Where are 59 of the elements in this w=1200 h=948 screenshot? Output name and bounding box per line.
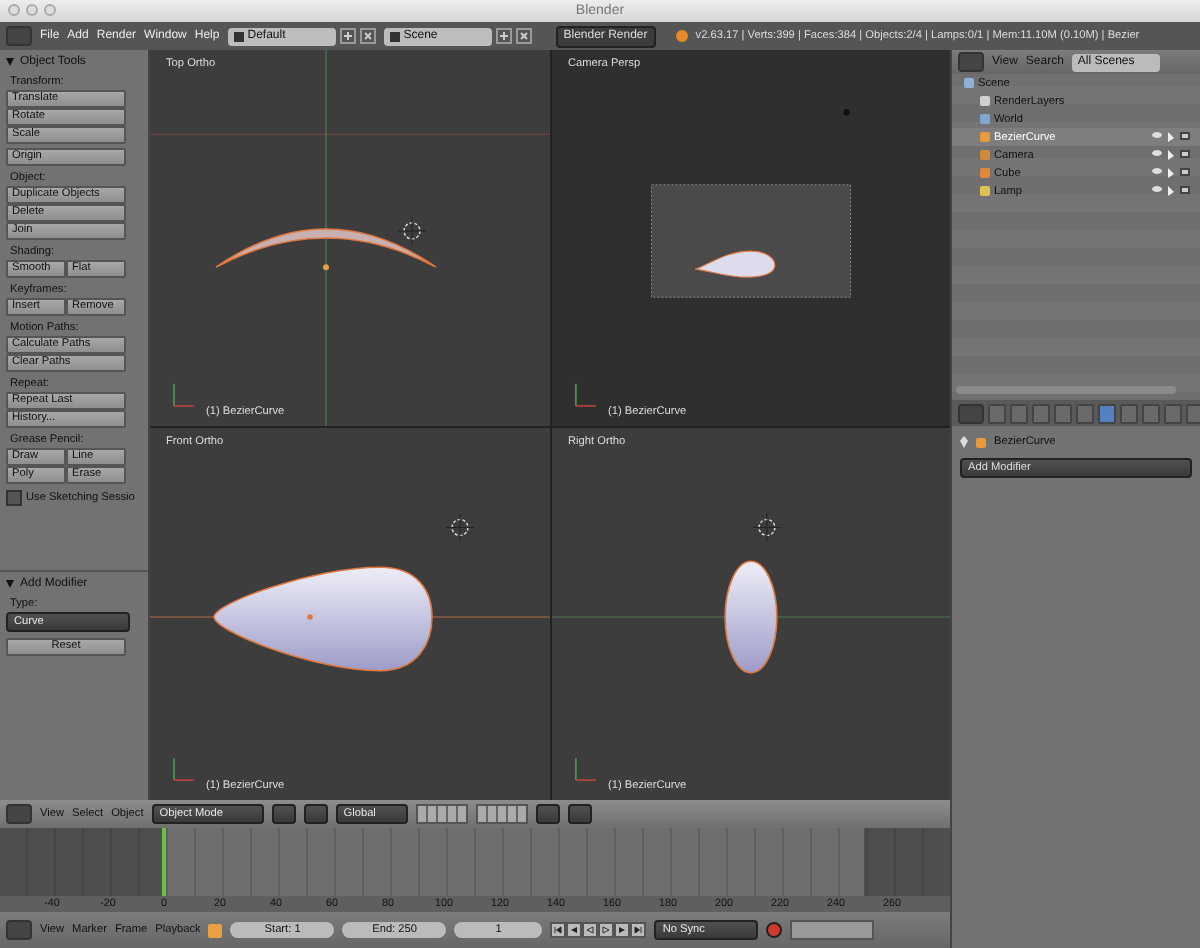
curve-icon	[976, 437, 986, 447]
properties-tab[interactable]	[1010, 403, 1028, 423]
close-icon[interactable]	[359, 28, 376, 44]
zoom-icon[interactable]	[44, 4, 56, 16]
properties-tab[interactable]	[1098, 403, 1116, 423]
properties-tab[interactable]	[1120, 403, 1138, 423]
scene-icon	[964, 78, 974, 88]
eye-icon[interactable]	[1152, 186, 1162, 192]
layer-buttons[interactable]	[415, 804, 468, 824]
eye-icon[interactable]	[1152, 168, 1162, 174]
blender-logo-icon	[675, 30, 688, 42]
properties-tab[interactable]	[1186, 403, 1200, 423]
layer-buttons[interactable]	[475, 804, 528, 824]
jump-end-icon[interactable]	[630, 922, 647, 938]
properties-tab[interactable]	[1032, 403, 1050, 423]
3d-cursor-icon[interactable]	[397, 216, 427, 246]
axis-gizmo-icon	[575, 757, 597, 781]
next-key-icon[interactable]	[614, 922, 631, 938]
properties-tab[interactable]	[1142, 403, 1160, 423]
layers-icon	[980, 96, 990, 106]
bezier-curve-shape[interactable]	[215, 228, 437, 268]
curve-object-drawing[interactable]	[213, 566, 433, 672]
properties-tab[interactable]	[988, 403, 1006, 423]
control-point-icon[interactable]	[323, 264, 329, 271]
3d-cursor-icon[interactable]	[445, 513, 475, 542]
editor-type-icon[interactable]	[958, 403, 984, 423]
curve-object-drawing[interactable]	[724, 560, 778, 674]
axis-gizmo-icon	[575, 382, 597, 407]
curve-object-drawing[interactable]	[694, 250, 776, 278]
lamp-icon	[980, 186, 990, 196]
collapse-triangle-icon[interactable]	[6, 58, 14, 66]
keying-icon[interactable]	[208, 923, 223, 937]
add-icon[interactable]	[339, 28, 356, 44]
checkbox[interactable]	[6, 490, 22, 506]
play-icon[interactable]	[598, 922, 615, 938]
axis-gizmo-icon	[173, 382, 195, 407]
3d-cursor-icon[interactable]	[752, 513, 782, 542]
origin-icon	[307, 614, 313, 620]
eye-icon[interactable]	[1152, 132, 1162, 138]
axis-gizmo-icon	[173, 757, 195, 781]
jump-start-icon[interactable]	[550, 922, 567, 938]
pin-icon[interactable]	[960, 436, 968, 448]
keying-set-field[interactable]	[790, 920, 875, 940]
mesh-icon	[980, 168, 990, 178]
properties-tab[interactable]	[1164, 403, 1182, 423]
world-icon	[980, 114, 990, 124]
properties-tab[interactable]	[1054, 403, 1072, 423]
editor-type-icon[interactable]	[6, 804, 32, 824]
record-icon[interactable]	[766, 922, 783, 938]
editor-type-icon[interactable]	[6, 920, 32, 940]
close-icon[interactable]	[515, 28, 532, 44]
eye-icon[interactable]	[1152, 150, 1162, 156]
minimize-icon[interactable]	[26, 4, 38, 16]
collapse-triangle-icon[interactable]	[6, 580, 14, 588]
properties-tab[interactable]	[1076, 403, 1094, 423]
add-icon[interactable]	[495, 28, 512, 44]
camera-icon	[980, 150, 990, 160]
curve-icon	[980, 132, 990, 142]
play-reverse-icon[interactable]	[582, 922, 599, 938]
